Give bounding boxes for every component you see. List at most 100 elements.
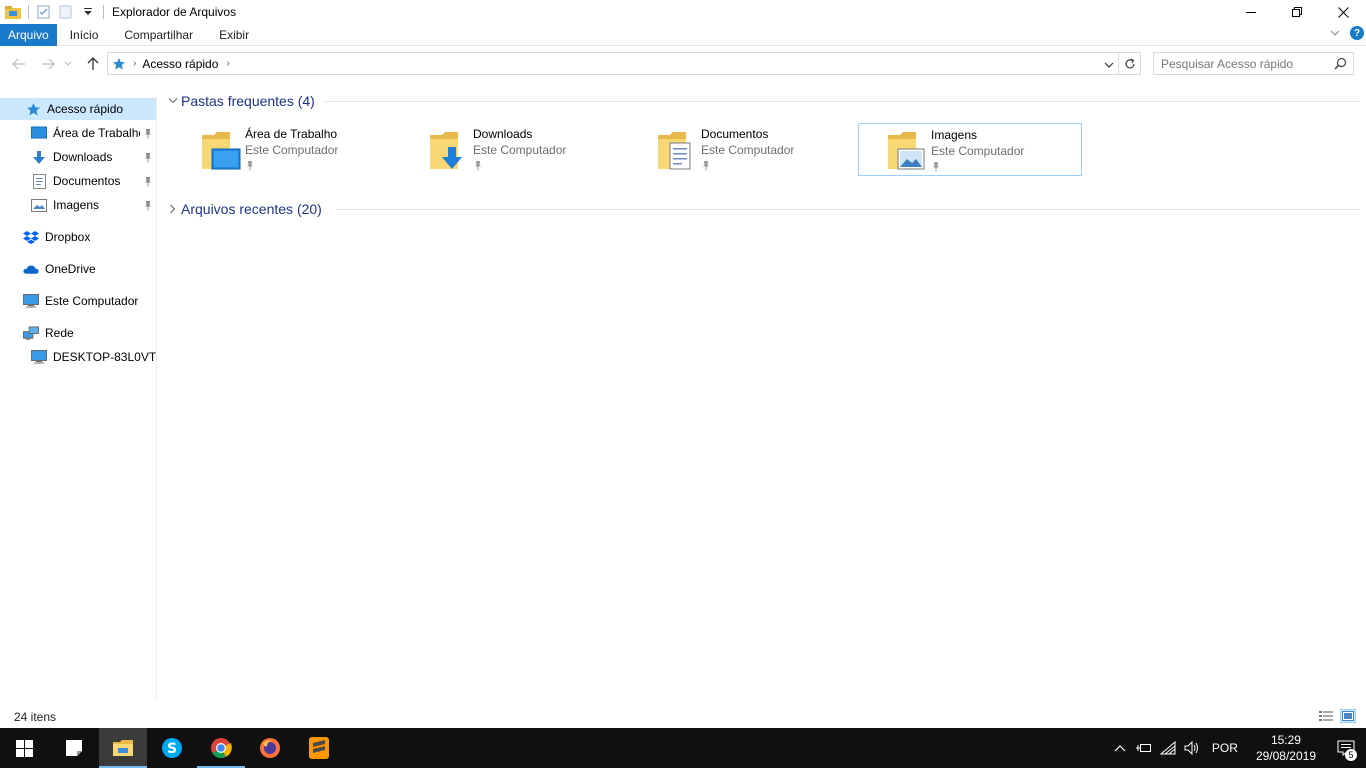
input-language-indicator[interactable]: POR [1212, 741, 1238, 755]
show-hidden-icons-button[interactable] [1108, 728, 1132, 768]
breadcrumb-separator-icon[interactable]: › [226, 58, 229, 69]
sidebar-item-label: Área de Trabalho [53, 126, 140, 140]
start-button[interactable] [0, 728, 48, 768]
folder-tile-area-de-trabalho[interactable]: Área de Trabalho Este Computador [158, 123, 382, 176]
tab-exibir[interactable]: Exibir [206, 24, 262, 46]
back-arrow-icon [12, 58, 25, 70]
network-icon [23, 325, 39, 341]
up-arrow-icon [87, 57, 99, 70]
folder-name: Downloads [473, 127, 533, 141]
ribbon-tabs: Arquivo Início Compartilhar Exibir ? [0, 23, 1366, 46]
view-switcher [1318, 709, 1356, 723]
clock-time: 15:29 [1270, 733, 1301, 747]
back-button[interactable] [9, 54, 29, 74]
sidebar-item-onedrive[interactable]: OneDrive [0, 258, 156, 280]
tab-compartilhar[interactable]: Compartilhar [111, 24, 206, 46]
clock-date: 29/08/2019 [1255, 749, 1316, 763]
pictures-folder-icon [886, 129, 930, 173]
folder-name: Imagens [931, 128, 978, 142]
sidebar-item-documentos[interactable]: Documentos [0, 170, 140, 192]
network-wifi-button[interactable] [1156, 728, 1180, 768]
expand-ribbon-chevron-icon[interactable] [1330, 26, 1340, 40]
taskbar-chrome[interactable] [197, 728, 245, 768]
group-divider [324, 101, 1360, 102]
customize-toolbar-chevron-icon[interactable] [80, 4, 96, 20]
properties-icon[interactable] [36, 4, 52, 20]
taskbar-file-explorer[interactable] [99, 728, 147, 768]
search-box[interactable] [1153, 52, 1354, 75]
help-icon[interactable]: ? [1350, 26, 1364, 40]
toolbar-separator [28, 5, 29, 19]
speaker-icon [1184, 741, 1198, 755]
folder-location: Este Computador [473, 143, 567, 157]
taskbar-firefox[interactable] [246, 728, 294, 768]
up-button[interactable] [83, 54, 103, 74]
folder-tile-imagens[interactable]: Imagens Este Computador [858, 123, 1082, 176]
sticky-notes-icon [66, 740, 82, 756]
refresh-button[interactable] [1119, 52, 1141, 75]
file-explorer-icon [113, 740, 133, 756]
sidebar-item-label: Dropbox [45, 230, 91, 244]
sidebar-item-label: Imagens [53, 198, 100, 212]
breadcrumb-separator-icon[interactable]: › [133, 58, 136, 69]
sidebar-item-label: Downloads [53, 150, 113, 164]
recent-locations-button[interactable] [61, 54, 75, 74]
search-icon[interactable] [1334, 57, 1347, 70]
power-battery-button[interactable] [1132, 728, 1156, 768]
chevron-down-icon [166, 97, 180, 105]
minimize-button[interactable] [1228, 0, 1274, 24]
explorer-app-icon[interactable] [5, 4, 21, 20]
group-header-pastas-frequentes[interactable]: Pastas frequentes (4) [166, 91, 315, 111]
new-folder-icon[interactable] [58, 4, 74, 20]
sidebar-item-label: Acesso rápido [47, 102, 124, 116]
sidebar-item-dropbox[interactable]: Dropbox [0, 226, 156, 248]
chevron-down-icon [64, 61, 72, 66]
pin-icon[interactable] [143, 128, 153, 142]
chrome-icon [211, 738, 232, 759]
desktop-icon [31, 125, 47, 141]
tab-inicio[interactable]: Início [57, 24, 112, 46]
sidebar-item-downloads[interactable]: Downloads [0, 146, 140, 168]
large-icons-view-button[interactable] [1340, 709, 1356, 723]
sidebar-item-desktop-83l0vt3[interactable]: DESKTOP-83L0VT3 [0, 346, 156, 368]
folder-location: Este Computador [701, 143, 795, 157]
window-controls [1228, 0, 1366, 24]
search-input[interactable] [1154, 56, 1334, 71]
forward-button[interactable] [38, 54, 58, 74]
sidebar-item-rede[interactable]: Rede [0, 322, 156, 344]
taskbar-sticky-notes[interactable] [50, 728, 98, 768]
breadcrumb-acesso-rapido[interactable]: Acesso rápido [142, 57, 218, 71]
action-center-button[interactable]: 5 [1326, 728, 1366, 768]
clock[interactable]: 15:29 29/08/2019 [1256, 732, 1316, 764]
sidebar-item-este-computador[interactable]: Este Computador [0, 290, 156, 312]
documents-folder-icon [656, 129, 700, 173]
item-count: 24 itens [14, 710, 57, 724]
pin-icon[interactable] [143, 152, 153, 166]
quick-access-toolbar [0, 0, 108, 24]
star-icon [25, 101, 41, 117]
group-divider [336, 209, 1360, 210]
sidebar-item-label: Documentos [53, 174, 121, 188]
sidebar-item-area-de-trabalho[interactable]: Área de Trabalho [0, 122, 140, 144]
chevron-right-icon [166, 204, 180, 214]
taskbar-sublime-text[interactable] [295, 728, 343, 768]
sublime-text-icon [309, 737, 329, 759]
group-header-arquivos-recentes[interactable]: Arquivos recentes (20) [166, 199, 322, 219]
pin-icon[interactable] [143, 176, 153, 190]
details-view-button[interactable] [1318, 709, 1334, 723]
taskbar-skype[interactable]: S [148, 728, 196, 768]
sidebar-item-acesso-rapido[interactable]: Acesso rápido [0, 98, 156, 120]
system-tray: POR 15:29 29/08/2019 5 [1108, 728, 1366, 768]
close-button[interactable] [1320, 0, 1366, 24]
volume-button[interactable] [1180, 728, 1204, 768]
group-header-label: Pastas frequentes (4) [181, 93, 315, 109]
address-history-chevron-icon[interactable] [1104, 58, 1114, 72]
computer-icon [23, 293, 39, 309]
restore-button[interactable] [1274, 0, 1320, 24]
address-bar[interactable]: › Acesso rápido › [107, 52, 1119, 75]
tab-arquivo[interactable]: Arquivo [0, 23, 57, 46]
folder-tile-documentos[interactable]: Documentos Este Computador [614, 123, 838, 176]
pin-icon[interactable] [143, 200, 153, 214]
sidebar-item-imagens[interactable]: Imagens [0, 194, 140, 216]
folder-tile-downloads[interactable]: Downloads Este Computador [386, 123, 610, 176]
